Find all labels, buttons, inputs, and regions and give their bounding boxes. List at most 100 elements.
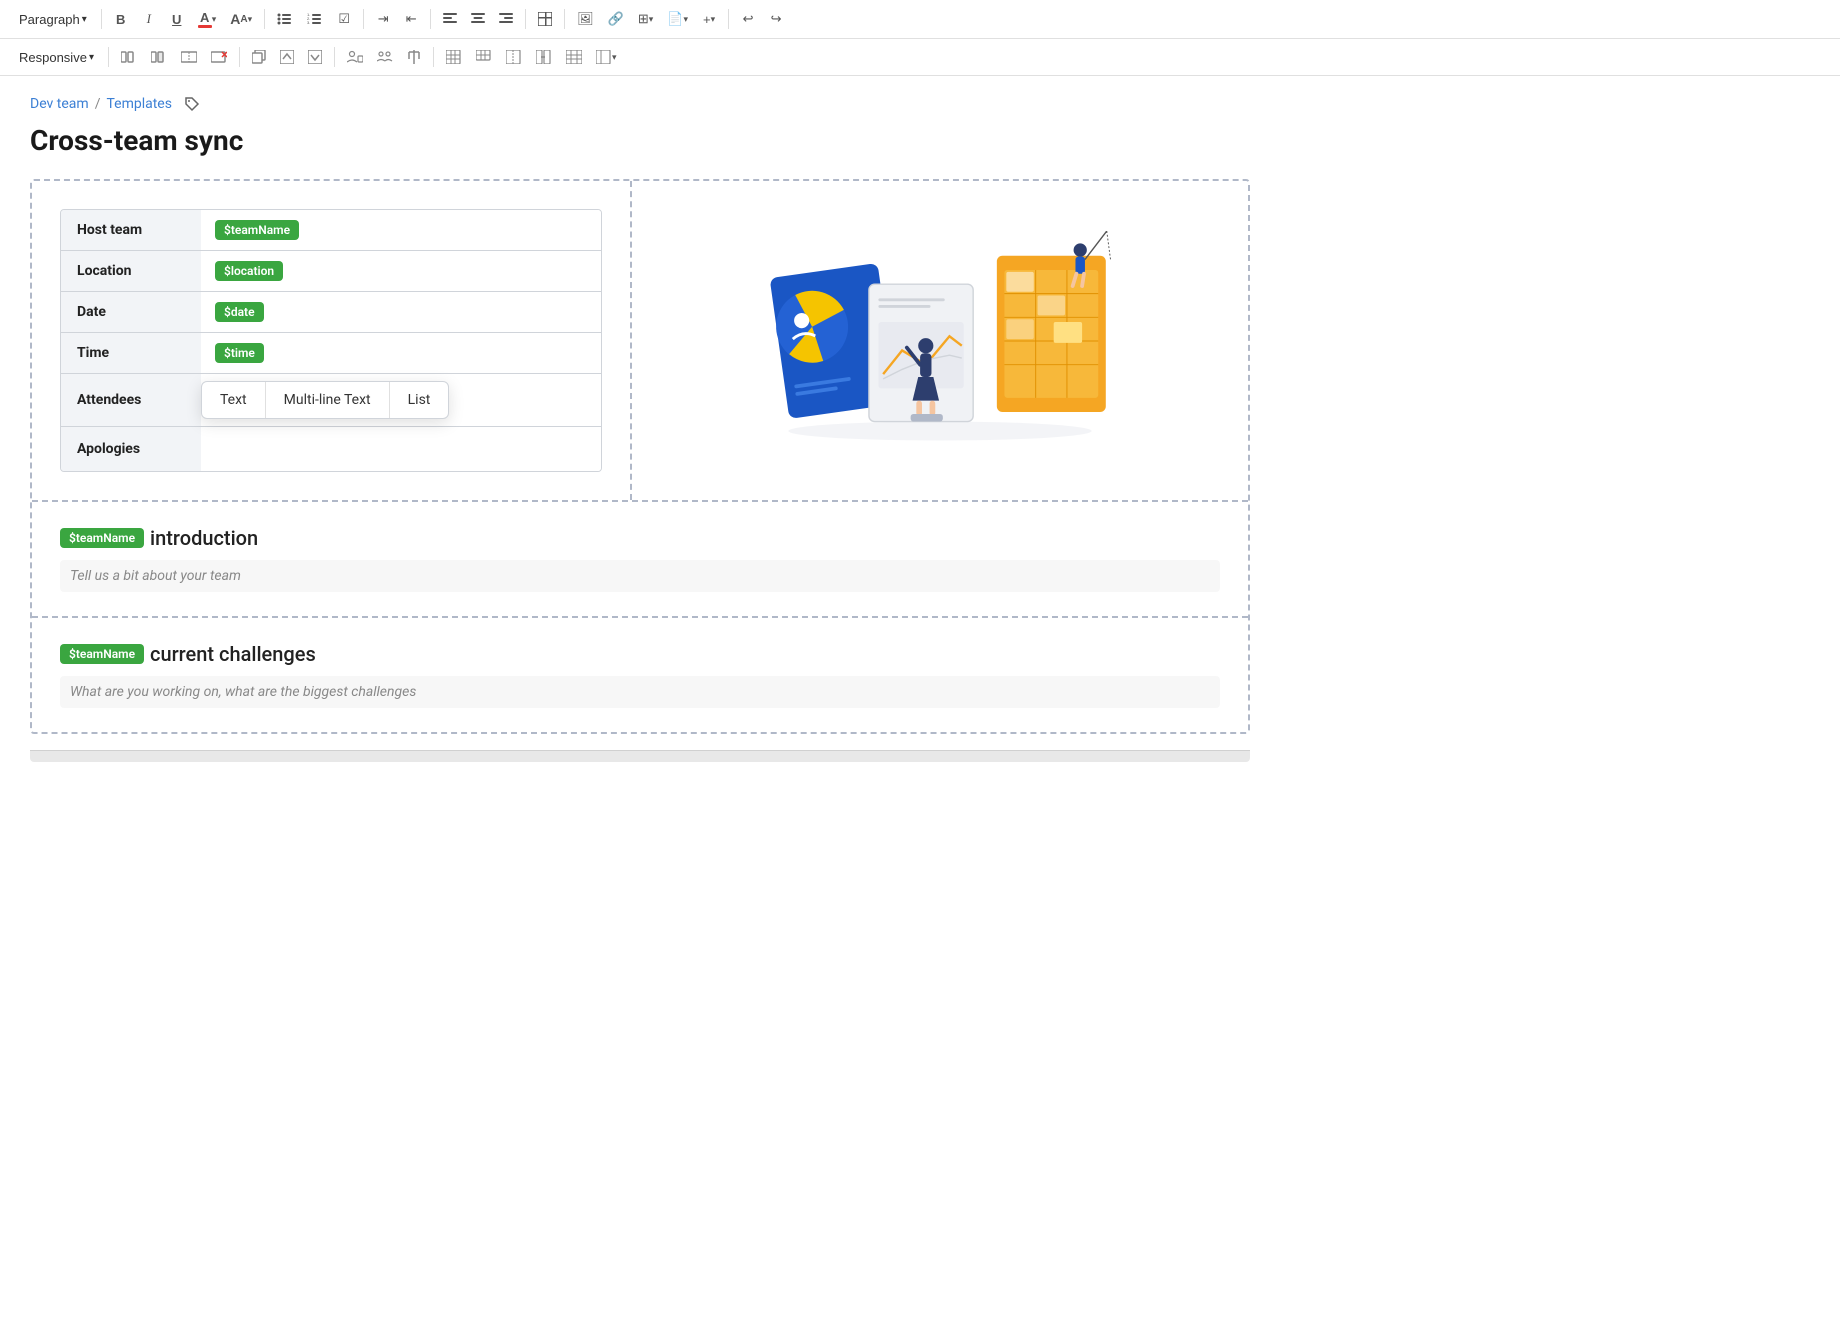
toolbar-separator	[430, 9, 431, 29]
image-button[interactable]: 🖼	[572, 6, 599, 32]
person-icon-btn[interactable]	[342, 44, 368, 70]
align-right-button[interactable]	[494, 6, 518, 32]
toolbar-separator	[239, 47, 240, 67]
layout-icon-3[interactable]	[176, 44, 202, 70]
section-body-introduction: Tell us a bit about your team	[60, 560, 1220, 592]
row-value-apologies[interactable]	[201, 427, 601, 471]
table-section: Host team $teamName Location $location	[32, 181, 632, 500]
breadcrumb-section-link[interactable]: Templates	[106, 96, 172, 112]
table-row: Attendees Text Multi-line Text List	[61, 374, 601, 427]
align-left-icon	[443, 13, 457, 25]
delete-column-button[interactable]	[206, 44, 232, 70]
undo-button[interactable]: ↩	[736, 6, 760, 32]
table-button[interactable]: ⊞ ▾	[633, 6, 658, 32]
token-team-name: $teamName	[215, 220, 299, 240]
chevron-down-icon: ▾	[711, 14, 716, 25]
row-label-apologies: Apologies	[61, 427, 201, 471]
toolbar-separator	[564, 9, 565, 29]
row-value-time[interactable]: $time	[201, 333, 601, 373]
layout-icon-2[interactable]	[146, 44, 172, 70]
table-row: Host team $teamName	[61, 210, 601, 251]
chevron-down-icon: ▾	[649, 14, 654, 25]
chevron-down-icon: ▾	[248, 14, 253, 25]
table-col-insert[interactable]	[441, 44, 467, 70]
numbered-list-icon: 1.2.3.	[307, 12, 323, 26]
trident-icon-btn[interactable]	[402, 44, 426, 70]
embed-button[interactable]: 📄 ▾	[662, 6, 693, 32]
breadcrumb-team-link[interactable]: Dev team	[30, 96, 89, 112]
tag-icon	[184, 96, 200, 112]
table-merge[interactable]	[531, 44, 557, 70]
toolbar-separator	[728, 9, 729, 29]
section-introduction: $teamName introduction Tell us a bit abo…	[32, 500, 1248, 616]
responsive-dropdown[interactable]: Responsive ▾	[12, 44, 101, 70]
table-row: Date $date	[61, 292, 601, 333]
duplicate-icon	[252, 50, 266, 64]
token-time: $time	[215, 343, 264, 363]
row-value-attendees[interactable]: Text Multi-line Text List	[201, 374, 601, 426]
section-heading-challenges: $teamName current challenges	[60, 642, 1220, 666]
table-options[interactable]: ▾	[591, 44, 622, 70]
page-title: Cross-team sync	[30, 124, 1250, 157]
chevron-down-icon: ▾	[82, 14, 87, 25]
insert-button[interactable]: + ▾	[697, 6, 721, 32]
section-body-challenges: What are you working on, what are the bi…	[60, 676, 1220, 708]
toolbar-separator	[334, 47, 335, 67]
table-row: Location $location	[61, 251, 601, 292]
move-down-button[interactable]	[303, 44, 327, 70]
bullet-list-icon	[277, 12, 293, 26]
breadcrumb: Dev team / Templates	[30, 96, 1250, 112]
paragraph-label: Paragraph	[19, 12, 80, 27]
token-location: $location	[215, 261, 283, 281]
persons-icon-btn[interactable]	[372, 44, 398, 70]
table-icon: ⊞	[638, 11, 649, 27]
section-heading-text-challenges: current challenges	[150, 642, 316, 666]
numbered-list-button[interactable]: 1.2.3.	[302, 6, 328, 32]
link-button[interactable]: 🔗	[603, 6, 629, 32]
type-picker-popup: Text Multi-line Text List	[201, 381, 449, 419]
row-label-host-team: Host team	[61, 210, 201, 250]
scrollbar[interactable]	[30, 750, 1250, 762]
popup-item-list[interactable]: List	[390, 382, 449, 418]
italic-button[interactable]: I	[137, 6, 161, 32]
info-table: Host team $teamName Location $location	[60, 209, 602, 472]
toolbar-separator	[363, 9, 364, 29]
checkbox-button[interactable]: ☑	[332, 6, 356, 32]
toolbar-separator	[264, 9, 265, 29]
token-team-name-intro: $teamName	[60, 528, 144, 548]
duplicate-button[interactable]	[247, 44, 271, 70]
responsive-label: Responsive	[19, 50, 87, 65]
toolbar-separator	[525, 9, 526, 29]
chevron-down-icon: ▾	[89, 52, 94, 63]
row-value-host-team[interactable]: $teamName	[201, 210, 601, 250]
toolbar-top: Paragraph ▾ B I U A ▾ A A ▾ 1.2.3. ☑ ⇥ ⇤…	[0, 0, 1840, 39]
indent-right-button[interactable]: ⇥	[371, 6, 395, 32]
row-value-date[interactable]: $date	[201, 292, 601, 332]
popup-item-text[interactable]: Text	[202, 382, 265, 418]
breadcrumb-separator: /	[95, 96, 101, 112]
token-team-name-challenges: $teamName	[60, 644, 144, 664]
paragraph-dropdown[interactable]: Paragraph ▾	[12, 6, 94, 32]
table-full[interactable]	[561, 44, 587, 70]
align-left-button[interactable]	[438, 6, 462, 32]
indent-left-button[interactable]: ⇤	[399, 6, 423, 32]
align-center-button[interactable]	[466, 6, 490, 32]
text-color-button[interactable]: A ▾	[193, 6, 222, 32]
table-split[interactable]	[501, 44, 527, 70]
font-size-button[interactable]: A A ▾	[225, 6, 257, 32]
table-row-insert[interactable]	[471, 44, 497, 70]
table-view-button[interactable]	[533, 6, 557, 32]
move-up-button[interactable]	[275, 44, 299, 70]
underline-button[interactable]: U	[165, 6, 189, 32]
popup-item-multiline[interactable]: Multi-line Text	[266, 382, 389, 418]
row-value-location[interactable]: $location	[201, 251, 601, 291]
section-heading-introduction: $teamName introduction	[60, 526, 1220, 550]
toolbar-separator	[101, 9, 102, 29]
text-color-indicator	[198, 25, 212, 28]
bold-button[interactable]: B	[109, 6, 133, 32]
layout-icon-1[interactable]	[116, 44, 142, 70]
bullet-list-button[interactable]	[272, 6, 298, 32]
redo-button[interactable]: ↪	[764, 6, 788, 32]
row-label-attendees: Attendees	[61, 374, 201, 426]
align-center-icon	[471, 13, 485, 25]
